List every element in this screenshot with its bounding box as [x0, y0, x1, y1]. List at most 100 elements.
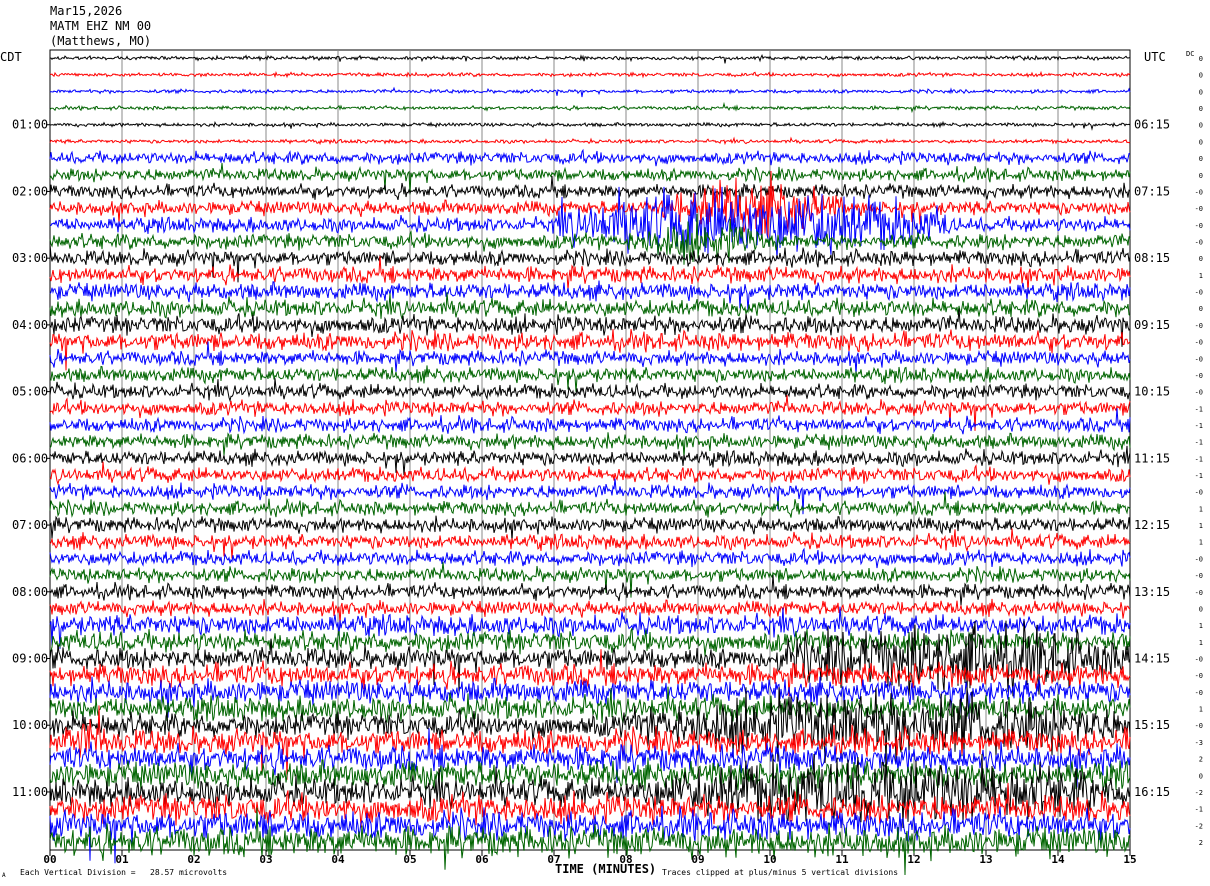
- dc-offset-label: 0: [1199, 605, 1203, 613]
- x-axis-title: TIME (MINUTES): [555, 862, 657, 876]
- dc-offset-label: 2: [1199, 839, 1203, 847]
- seismic-trace: [49, 170, 1131, 242]
- dc-offset-label: -0: [1195, 238, 1203, 246]
- left-hour-label: 07:00: [12, 518, 48, 532]
- left-hour-label: 11:00: [12, 785, 48, 799]
- x-tick-label: 00: [43, 853, 56, 866]
- dc-offset-label: 0: [1199, 155, 1203, 163]
- seismic-trace: [49, 136, 1131, 146]
- dc-offset-label: -0: [1195, 389, 1203, 397]
- dc-offset-label: -1: [1195, 422, 1203, 430]
- x-tick-label: 04: [331, 853, 345, 866]
- dc-offset-label: -1: [1195, 806, 1203, 814]
- left-hour-label: 04:00: [12, 318, 48, 332]
- scale-note: Each Vertical Division = 28.57 microvolt…: [20, 868, 228, 877]
- right-hour-label: 11:15: [1134, 451, 1170, 465]
- dc-offset-label: 0: [1199, 72, 1203, 80]
- seismic-trace: [49, 478, 1131, 515]
- dc-offset-label: -0: [1195, 339, 1203, 347]
- right-hour-label: 16:15: [1134, 785, 1170, 799]
- dc-offset-label: -0: [1195, 689, 1203, 697]
- seismic-trace: [49, 148, 1131, 167]
- corner-mark: A: [2, 872, 6, 879]
- dc-offset-label: 1: [1199, 539, 1203, 547]
- x-tick-label: 12: [907, 853, 920, 866]
- x-tick-label: 15: [1123, 853, 1136, 866]
- dc-offset-label: -2: [1195, 789, 1203, 797]
- seismic-trace: [49, 70, 1131, 79]
- right-hour-label: 12:15: [1134, 518, 1170, 532]
- left-hour-label: 08:00: [12, 585, 48, 599]
- seismic-trace: [49, 186, 1131, 262]
- x-tick-label: 01: [115, 853, 129, 866]
- x-tick-label: 10: [763, 853, 776, 866]
- seismic-trace: [49, 329, 1131, 371]
- dc-offset-label: -0: [1195, 372, 1203, 380]
- x-tick-label: 09: [691, 853, 704, 866]
- dc-offset-label: 0: [1199, 138, 1203, 146]
- x-tick-label: 02: [187, 853, 200, 866]
- dc-offset-label: 1: [1199, 272, 1203, 280]
- dc-offset-label: 1: [1199, 505, 1203, 513]
- x-tick-label: 14: [1051, 853, 1065, 866]
- seismic-trace: [49, 175, 1131, 204]
- seismic-trace: [49, 86, 1131, 98]
- dc-offset-label: -0: [1195, 222, 1203, 230]
- dc-offset-label: 0: [1199, 305, 1203, 313]
- dc-offset-label: -1: [1195, 455, 1203, 463]
- right-hour-label: 15:15: [1134, 718, 1170, 732]
- seismic-trace: [49, 547, 1131, 569]
- left-hour-label: 01:00: [12, 118, 48, 132]
- right-hour-label: 13:15: [1134, 585, 1170, 599]
- left-hour-label: 10:00: [12, 718, 48, 732]
- dc-offset-label: 0: [1199, 105, 1203, 113]
- seismic-trace: [49, 101, 1131, 114]
- dc-offset-label: -0: [1195, 589, 1203, 597]
- dc-offset-label: -0: [1195, 489, 1203, 497]
- seismic-trace: [49, 461, 1131, 486]
- dc-offset-label: -2: [1195, 822, 1203, 830]
- right-hour-label: 09:15: [1134, 318, 1170, 332]
- left-hour-label: 05:00: [12, 385, 48, 399]
- dc-offset-label: 0: [1199, 122, 1203, 130]
- x-tick-label: 03: [259, 853, 272, 866]
- dc-offset-label: 1: [1199, 706, 1203, 714]
- dc-offset-label: 0: [1199, 55, 1203, 63]
- left-hour-label: 03:00: [12, 251, 48, 265]
- seismogram-plot: 00 01 02 03 04 05 06 07 08 09 10 11 12 13 14 1500000000…: [12, 49, 1203, 876]
- left-hour-label: 02:00: [12, 184, 48, 198]
- right-hour-label: 06:15: [1134, 118, 1170, 132]
- dc-offset-label: 0: [1199, 172, 1203, 180]
- dc-offset-label: -0: [1195, 672, 1203, 680]
- dc-offset-label: 2: [1199, 756, 1203, 764]
- dc-offset-label: -0: [1195, 572, 1203, 580]
- seismic-trace: [49, 120, 1131, 131]
- dc-offset-label: -0: [1195, 205, 1203, 213]
- seismic-trace: [49, 598, 1131, 625]
- dc-offset-label: 0: [1199, 772, 1203, 780]
- dc-offset-label: -0: [1195, 289, 1203, 297]
- x-tick-label: 05: [403, 853, 416, 866]
- dc-header: DC: [1186, 50, 1194, 58]
- dc-offset-label: 1: [1199, 639, 1203, 647]
- right-hour-label: 07:15: [1134, 184, 1170, 198]
- right-hour-label: 14:15: [1134, 652, 1170, 666]
- dc-offset-label: -1: [1195, 439, 1203, 447]
- dc-offset-label: 0: [1199, 88, 1203, 96]
- dc-offset-label: -0: [1195, 722, 1203, 730]
- dc-offset-label: -1: [1195, 472, 1203, 480]
- left-hour-label: 06:00: [12, 451, 48, 465]
- right-hour-label: 08:15: [1134, 251, 1170, 265]
- x-tick-label: 11: [835, 853, 849, 866]
- trace-layer: [49, 53, 1131, 876]
- dc-offset-label: -1: [1195, 405, 1203, 413]
- left-hour-label: 09:00: [12, 652, 48, 666]
- seismic-trace: [49, 687, 1131, 764]
- dc-offset-label: -3: [1195, 739, 1203, 747]
- x-tick-label: 06: [475, 853, 489, 866]
- dc-offset-label: -0: [1195, 656, 1203, 664]
- seismic-trace: [49, 620, 1131, 697]
- dc-offset-label: -0: [1195, 355, 1203, 363]
- dc-offset-label: 1: [1199, 622, 1203, 630]
- dc-offset-label: -0: [1195, 322, 1203, 330]
